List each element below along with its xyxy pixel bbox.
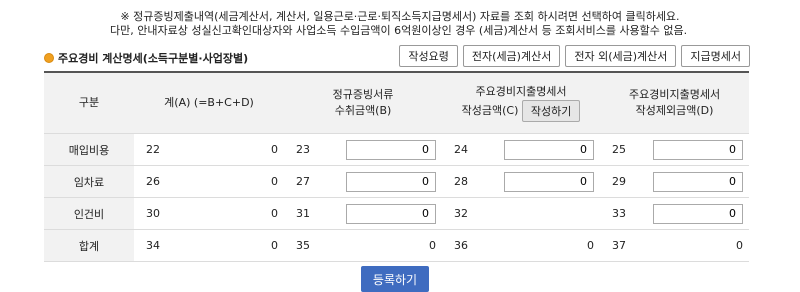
table-row: 합계 34 0 35 0 36 0 37 0: [44, 229, 750, 262]
total-value: 0: [172, 197, 284, 230]
cell-number: 24: [442, 133, 481, 166]
header-main-stmt-line2: 작성금액(C): [461, 104, 519, 117]
notice-text: ※ 정규증빙제출내역(세금계산서, 계산서, 일용근로·근로·퇴직소득지급명세서…: [0, 10, 800, 38]
notice-line-2: 다만, 안내자료상 성실신고확인대상자와 사업소득 수입금액이 6억원이상인 경…: [110, 24, 688, 37]
header-excluded: 주요경비지출명세서 작성제외금액(D): [600, 72, 750, 134]
header-category: 구분: [44, 72, 134, 134]
main-statement-value: [480, 197, 601, 230]
formal-evidence-input[interactable]: [346, 171, 437, 192]
row-label: 매입비용: [44, 133, 134, 166]
formal-evidence-input[interactable]: [346, 203, 437, 224]
cell-number: 26: [134, 165, 172, 198]
cell-number: 28: [442, 165, 481, 198]
e-tax-invoice-button[interactable]: 전자(세금)계산서: [462, 45, 561, 67]
header-formal-line2: 수취금액(B): [334, 104, 392, 117]
cell-number: 33: [600, 197, 639, 230]
total-value: 0: [172, 133, 284, 166]
cell-number: 23: [284, 133, 322, 166]
expense-table: 구분 계(A) (=B+C+D) 정규증빙서류 수취금액(B) 주요경비지출명세…: [44, 71, 750, 262]
cell-number: 27: [284, 165, 322, 198]
top-button-group: 작성요령 전자(세금)계산서 전자 외(세금)계산서 지급명세서: [399, 45, 750, 67]
guide-button[interactable]: 작성요령: [399, 45, 458, 67]
excluded-amount-input[interactable]: [653, 171, 744, 192]
table-row: 임차료 26 0 27 28 29: [44, 165, 750, 198]
cell-number: 31: [284, 197, 322, 230]
cell-number: 22: [134, 133, 172, 166]
main-statement-total: 0: [480, 229, 601, 262]
cell-number: 35: [284, 229, 322, 262]
cell-number: 37: [600, 229, 639, 262]
row-label: 합계: [44, 229, 134, 262]
cell-number: 25: [600, 133, 639, 166]
row-label: 인건비: [44, 197, 134, 230]
payment-statement-button[interactable]: 지급명세서: [681, 45, 750, 67]
header-main-statement: 주요경비지출명세서 작성금액(C) 작성하기: [442, 72, 601, 134]
row-label: 임차료: [44, 165, 134, 198]
table-header-row: 구분 계(A) (=B+C+D) 정규증빙서류 수취금액(B) 주요경비지출명세…: [44, 72, 750, 134]
main-statement-input[interactable]: [504, 171, 595, 192]
header-total: 계(A) (=B+C+D): [134, 72, 284, 134]
excluded-amount-input[interactable]: [653, 139, 744, 160]
excluded-amount-input[interactable]: [653, 203, 744, 224]
main-statement-input[interactable]: [504, 139, 595, 160]
table-row: 매입비용 22 0 23 24 25: [44, 133, 750, 166]
register-button[interactable]: 등록하기: [361, 266, 429, 292]
write-button[interactable]: 작성하기: [521, 100, 581, 122]
cell-number: 32: [442, 197, 481, 230]
table-row: 인건비 30 0 31 32 33: [44, 197, 750, 230]
header-formal-evidence: 정규증빙서류 수취금액(B): [284, 72, 443, 134]
non-e-tax-invoice-button[interactable]: 전자 외(세금)계산서: [565, 45, 677, 67]
header-excluded-line2: 작성제외금액(D): [635, 104, 714, 117]
cell-number: 34: [134, 229, 172, 262]
total-value: 0: [172, 165, 284, 198]
header-excluded-line1: 주요경비지출명세서: [628, 88, 721, 101]
cell-number: 36: [442, 229, 481, 262]
total-value: 0: [172, 229, 284, 262]
bullet-icon: [44, 53, 54, 63]
formal-evidence-total: 0: [322, 229, 443, 262]
cell-number: 29: [600, 165, 639, 198]
section-title: 주요경비 계산명세(소득구분별·사업장별): [44, 50, 248, 66]
header-main-stmt-line1: 주요경비지출명세서: [475, 85, 567, 98]
section-title-text: 주요경비 계산명세(소득구분별·사업장별): [58, 52, 249, 65]
excluded-amount-total: 0: [638, 229, 750, 262]
notice-line-1: ※ 정규증빙제출내역(세금계산서, 계산서, 일용근로·근로·퇴직소득지급명세서…: [120, 10, 680, 23]
formal-evidence-input[interactable]: [346, 139, 437, 160]
header-formal-line1: 정규증빙서류: [332, 88, 394, 101]
cell-number: 30: [134, 197, 172, 230]
